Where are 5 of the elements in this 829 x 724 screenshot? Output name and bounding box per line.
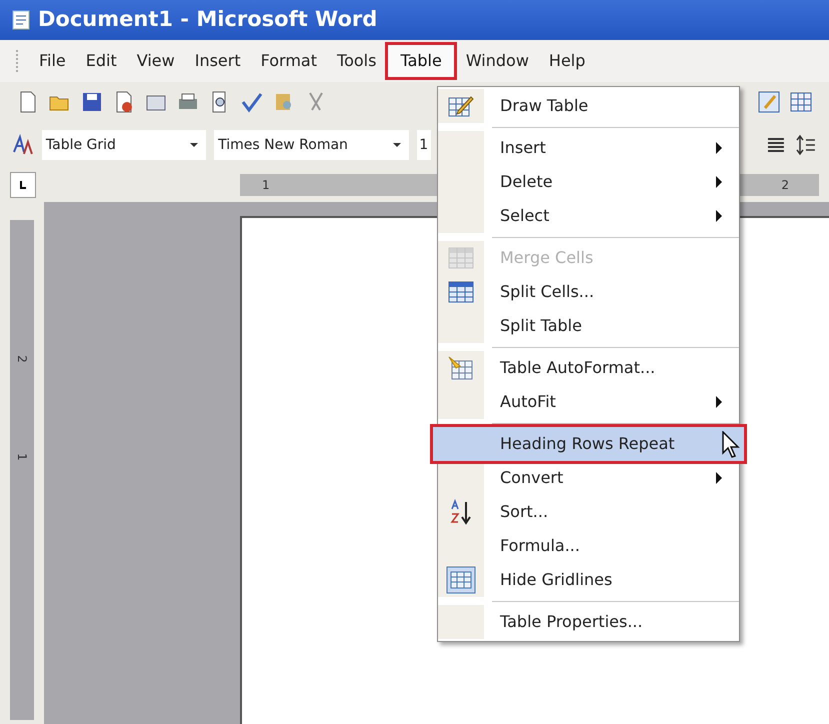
ruler-number: 1	[262, 177, 270, 194]
ruler-number: 2	[781, 177, 789, 194]
window-title: Document1 - Microsoft Word	[38, 6, 378, 34]
ruler-number: 1	[14, 453, 30, 461]
ruler-number: 2	[14, 355, 30, 363]
